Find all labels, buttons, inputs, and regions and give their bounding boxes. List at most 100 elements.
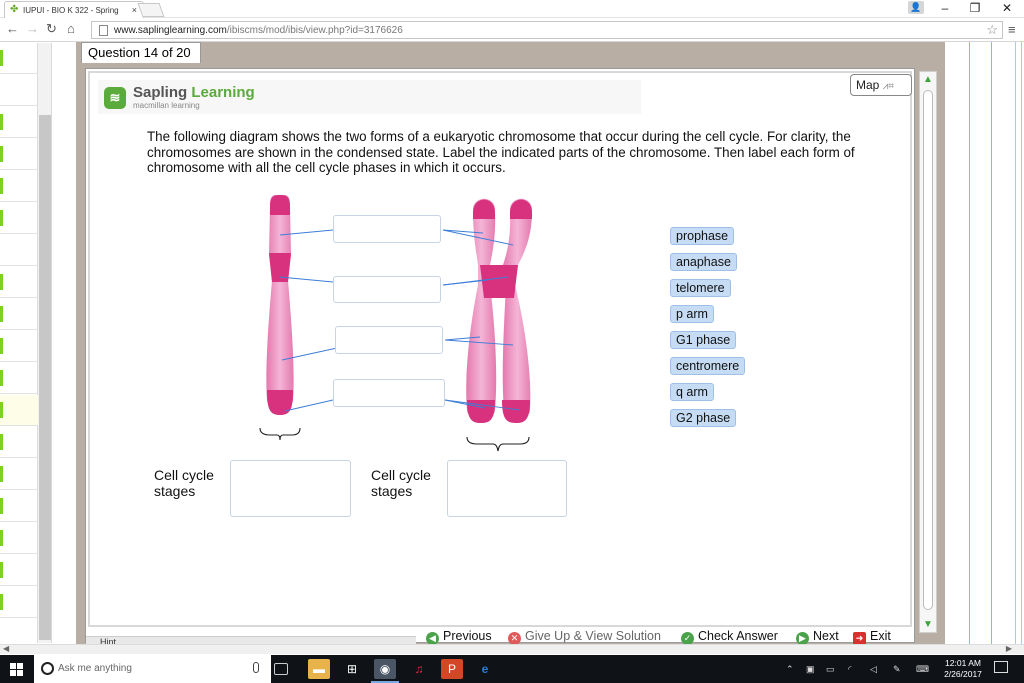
word-chip-g2-phase[interactable]: G2 phase <box>670 409 737 427</box>
tray-device-icon[interactable]: ▣ <box>806 664 815 675</box>
label-drop-zone-1[interactable] <box>333 215 441 243</box>
forward-icon[interactable]: → <box>26 22 39 36</box>
word-chip-anaphase[interactable]: anaphase <box>670 253 737 271</box>
left-row[interactable] <box>0 331 38 362</box>
left-row[interactable] <box>0 363 38 394</box>
scroll-down-icon[interactable]: ▼ <box>923 619 933 630</box>
left-row[interactable] <box>0 587 38 618</box>
back-icon[interactable]: ← <box>6 22 19 36</box>
left-row[interactable] <box>0 171 38 202</box>
bookmark-star-icon[interactable]: ☆ <box>986 22 998 38</box>
left-row[interactable] <box>0 523 38 554</box>
home-icon[interactable]: ⌂ <box>67 22 75 36</box>
left-row[interactable] <box>0 235 38 266</box>
question-scrollbar[interactable]: ▲ ▼ <box>919 71 937 633</box>
sapling-favicon-icon: ✤ <box>10 4 19 15</box>
task-view-icon[interactable] <box>274 663 288 675</box>
progress-mark <box>0 498 3 514</box>
new-tab-button[interactable] <box>137 3 165 17</box>
progress-mark <box>0 338 3 354</box>
question-text: The following diagram shows the two form… <box>147 129 855 175</box>
left-row[interactable] <box>0 43 38 74</box>
word-chip-g1-phase[interactable]: G1 phase <box>670 331 737 349</box>
minimize-icon[interactable]: – <box>930 0 960 18</box>
close-tab-icon[interactable]: × <box>132 5 137 15</box>
progress-mark <box>0 274 3 290</box>
browser-toolbar: ← → ↻ ⌂ www.saplinglearning.com/ibiscms/… <box>0 18 1024 42</box>
check-answer-button[interactable]: ✓ Check Answer <box>681 628 778 645</box>
exit-button[interactable]: ➜ Exit <box>853 628 891 645</box>
brand-sub: macmillan learning <box>133 101 200 110</box>
itunes-icon[interactable]: ♫ <box>408 659 430 679</box>
close-window-icon[interactable]: ✕ <box>992 0 1022 18</box>
single-chromatid-chromosome <box>266 194 294 415</box>
chrome-icon[interactable]: ◉ <box>374 659 396 679</box>
left-scrollbar[interactable] <box>38 43 52 643</box>
next-button[interactable]: ▶ Next <box>796 628 839 645</box>
left-row[interactable] <box>0 107 38 138</box>
store-icon[interactable]: ⊞ <box>341 659 363 679</box>
browser-menu-icon[interactable]: ≡ <box>1008 22 1016 37</box>
scroll-thumb[interactable] <box>923 90 933 610</box>
scroll-thumb[interactable] <box>39 115 51 640</box>
left-row[interactable] <box>0 75 38 106</box>
label-drop-zone-2[interactable] <box>333 276 441 303</box>
battery-icon[interactable]: ▭ <box>826 664 835 675</box>
left-row[interactable] <box>0 267 38 298</box>
left-row[interactable] <box>0 491 38 522</box>
edge-icon[interactable]: e <box>474 659 496 679</box>
stage-label-left: Cell cycle stages <box>154 467 214 499</box>
word-chip-prophase[interactable]: prophase <box>670 227 735 245</box>
left-row-current[interactable] <box>0 395 38 426</box>
address-bar[interactable]: www.saplinglearning.com/ibiscms/mod/ibis… <box>91 21 1003 39</box>
left-row[interactable] <box>0 459 38 490</box>
volume-icon[interactable]: ◁ <box>870 664 877 675</box>
pen-icon[interactable]: ✎ <box>893 664 901 675</box>
sapling-logo: ≋ Sapling Learning macmillan learning <box>98 80 641 114</box>
clock-date: 2/26/2017 <box>944 669 982 679</box>
file-explorer-icon[interactable]: ▬ <box>308 659 330 679</box>
stage-drop-zone-left[interactable] <box>230 460 351 517</box>
page-horizontal-scrollbar[interactable]: ◀ ▶ <box>0 644 1024 654</box>
reload-icon[interactable]: ↻ <box>46 22 57 36</box>
word-chip-p-arm[interactable]: p arm <box>670 305 714 323</box>
word-chip-q-arm[interactable]: q arm <box>670 383 714 401</box>
taskbar-search-box[interactable]: Ask me anything <box>34 655 271 683</box>
browser-title-bar: ✤ IUPUI - BIO K 322 - Spring × 👤 – ❐ ✕ <box>0 0 1024 18</box>
taskbar-clock[interactable]: 12:01 AM 2/26/2017 <box>940 658 986 680</box>
scroll-up-icon[interactable]: ▲ <box>923 74 933 85</box>
question-counter-tab: Question 14 of 20 <box>81 42 201 63</box>
left-row[interactable] <box>0 555 38 586</box>
windows-start-icon[interactable] <box>10 663 24 677</box>
progress-mark <box>0 146 3 162</box>
word-chip-telomere[interactable]: telomere <box>670 279 731 297</box>
wifi-icon[interactable]: ◜ <box>848 664 852 675</box>
previous-button[interactable]: ◀ Previous <box>426 628 492 645</box>
left-row[interactable] <box>0 203 38 234</box>
left-row[interactable] <box>0 427 38 458</box>
progress-mark <box>0 562 3 578</box>
left-brace <box>259 427 301 441</box>
word-chip-centromere[interactable]: centromere <box>670 357 746 375</box>
tray-up-icon[interactable]: ⌃ <box>786 664 794 675</box>
progress-mark <box>0 210 3 226</box>
microphone-icon[interactable] <box>253 662 259 673</box>
scroll-right-icon[interactable]: ▶ <box>1006 644 1012 653</box>
action-center-icon[interactable] <box>994 661 1008 673</box>
powerpoint-icon[interactable]: P <box>441 659 463 679</box>
keyboard-icon[interactable]: ⌨ <box>916 664 929 675</box>
map-label: Map <box>856 78 880 92</box>
map-button[interactable]: Map ⩘⌗ <box>850 74 912 96</box>
progress-mark <box>0 306 3 322</box>
label-drop-zone-3[interactable] <box>335 326 443 354</box>
give-up-button[interactable]: ✕ Give Up & View Solution <box>508 628 661 645</box>
user-profile-icon[interactable]: 👤 <box>908 1 924 14</box>
left-row[interactable] <box>0 299 38 330</box>
stage-drop-zone-right[interactable] <box>447 460 567 517</box>
browser-tab[interactable]: ✤ IUPUI - BIO K 322 - Spring × <box>4 1 144 18</box>
label-drop-zone-4[interactable] <box>333 379 445 407</box>
scroll-left-icon[interactable]: ◀ <box>3 644 9 653</box>
left-row[interactable] <box>0 139 38 170</box>
restore-icon[interactable]: ❐ <box>960 0 990 18</box>
brand-name: Sapling Learning <box>133 84 255 101</box>
